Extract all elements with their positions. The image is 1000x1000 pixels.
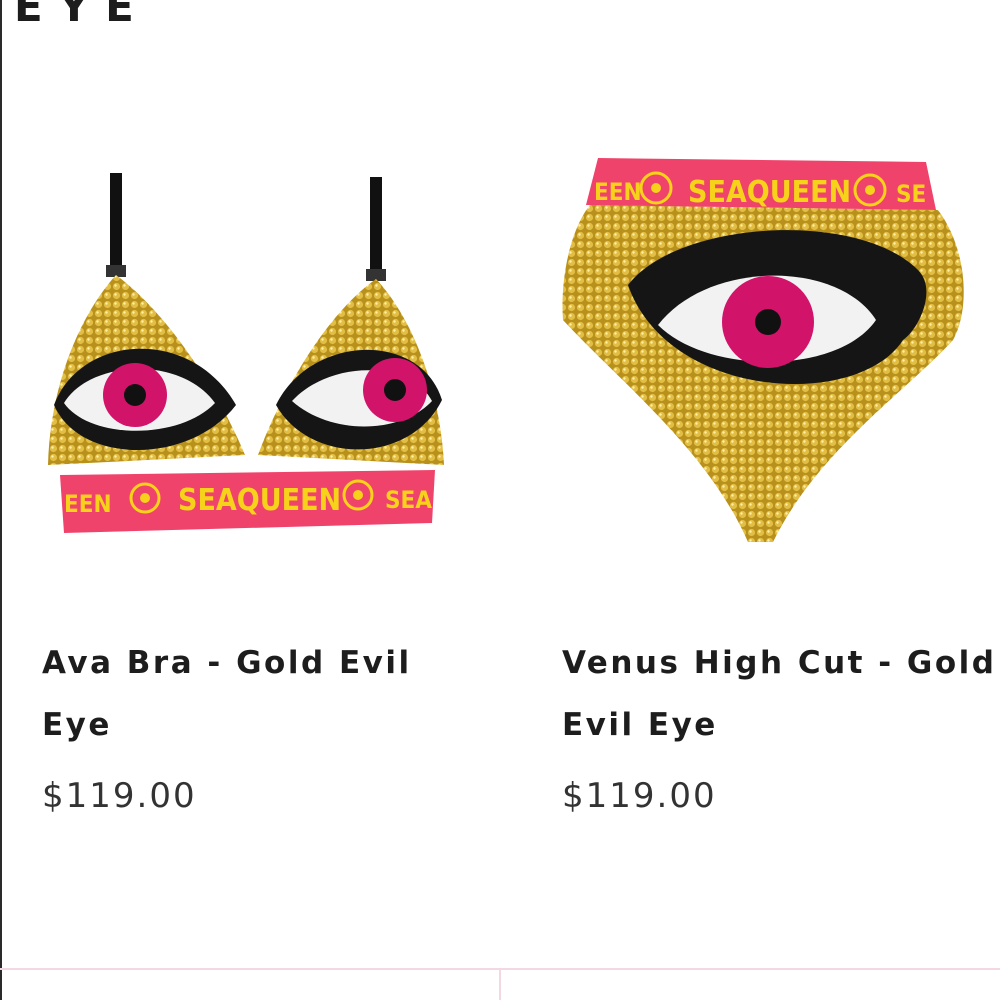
product-image-venus-high-cut[interactable]: SEAQUEEN EEN SE xyxy=(558,150,978,550)
product-image-ava-bra[interactable]: SEAQUEEN EEN SEA xyxy=(40,165,460,545)
brand-band-text: SEAQUEEN xyxy=(688,175,851,210)
product-card-venus-high-cut[interactable]: SEAQUEEN EEN SE Venus High Cut - Gold Ev… xyxy=(500,0,1000,968)
grid-divider-vertical xyxy=(499,968,501,1000)
product-price-venus-high-cut: $119.00 xyxy=(562,776,717,816)
svg-text:EEN: EEN xyxy=(594,178,642,206)
svg-text:SE: SE xyxy=(896,180,926,208)
product-card-ava-bra[interactable]: SEAQUEEN EEN SEA Ava Bra - Gold Evil Eye… xyxy=(0,0,500,968)
svg-text:EEN: EEN xyxy=(64,490,112,518)
product-name-venus-high-cut[interactable]: Venus High Cut - Gold Evil Eye xyxy=(562,632,996,756)
brand-band-text: SEAQUEEN xyxy=(178,483,341,518)
svg-text:SEA: SEA xyxy=(385,486,432,514)
product-price-ava-bra: $119.00 xyxy=(42,776,197,816)
product-name-ava-bra[interactable]: Ava Bra - Gold Evil Eye xyxy=(42,632,412,756)
